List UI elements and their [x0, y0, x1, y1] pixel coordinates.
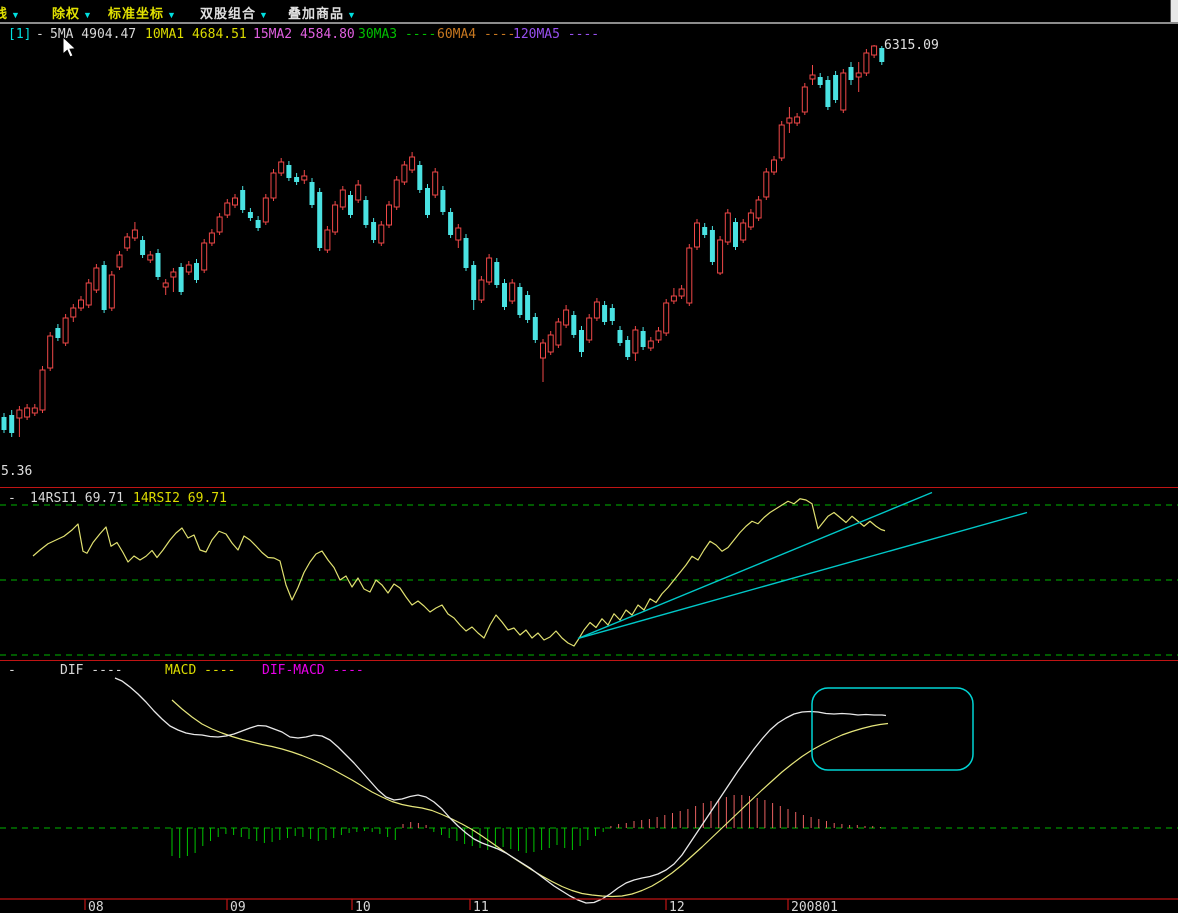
panel-separator-rsi [0, 487, 1178, 488]
indicator-token: 10MA1 4684.51 [145, 27, 247, 42]
indicator-token: 120MA5 ---- [513, 27, 600, 42]
indicator-token: DIF ---- [60, 663, 123, 678]
main-candlestick-chart [1, 45, 885, 437]
axis-tick-label: 09 [230, 900, 246, 913]
app-window: 线 ▼ 除权 ▼ 标准坐标 ▼ 双股组合 ▼ 叠加商品 ▼ 6315.09 5.36 08 09… [0, 0, 1178, 913]
ma-indicator-row: [1] -5MA 4904.47 10MA1 4684.51 15MA2 4584.8… [0, 27, 1000, 42]
axis-tick-label: 11 [473, 900, 489, 913]
macd-dea-line [171, 699, 889, 898]
indicator-token: 14RSI1 69.71 [30, 491, 124, 506]
annotation-box [811, 687, 974, 771]
indicator-token: MACD ---- [165, 663, 236, 678]
panel-separator-macd [0, 660, 1178, 661]
axis-tick-label: 08 [88, 900, 104, 913]
indicator-token: 14RSI2 69.71 [133, 491, 227, 506]
indicator-token: 60MA4 ---- [437, 27, 516, 42]
mouse-cursor [62, 37, 77, 58]
indicator-token: 15MA2 4584.80 [253, 27, 355, 42]
indicator-token: - [8, 491, 16, 506]
rsi-trendline-1 [577, 491, 933, 640]
rsi-trendline-2 [577, 511, 1028, 640]
axis-tick-label: 12 [669, 900, 685, 913]
axis-tick-label: 10 [355, 900, 371, 913]
indicator-token: [1] [8, 27, 32, 42]
rsi-line [32, 498, 886, 647]
indicator-token: DIF-MACD ---- [262, 663, 364, 678]
chart-canvas: 6315.095.3608 09 10 11 12 200801 [0, 38, 1178, 913]
macd-histogram [171, 795, 881, 858]
macd-indicator-row: - DIF ---- MACD ---- DIF-MACD ---- [0, 663, 1000, 678]
axis-tick-label: 200801 [791, 900, 838, 913]
indicator-token: - [8, 663, 16, 678]
price-label: 5.36 [1, 464, 32, 479]
rsi-indicator-row: -14RSI1 69.71 14RSI2 69.71 [0, 491, 1000, 506]
indicator-token: - [36, 27, 44, 42]
indicator-token: 30MA3 ---- [358, 27, 437, 42]
macd-dif-line [114, 677, 887, 904]
